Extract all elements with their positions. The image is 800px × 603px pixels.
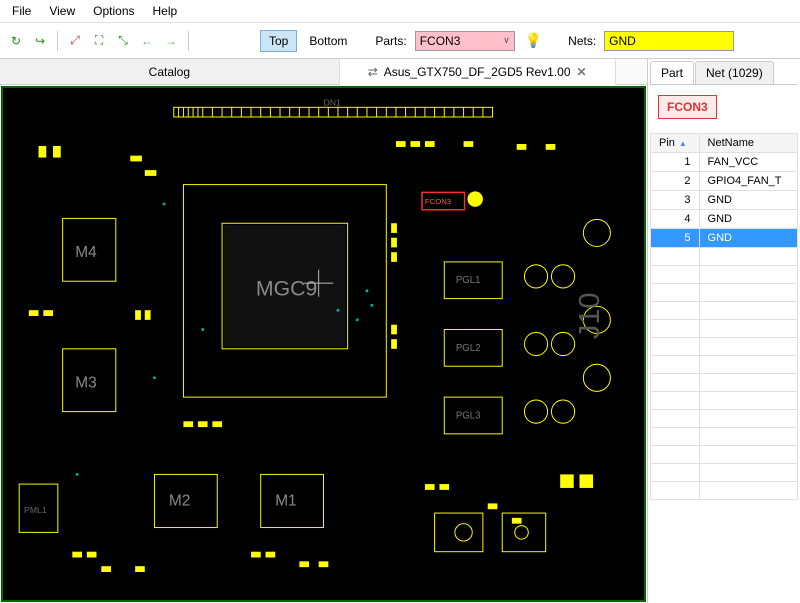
menu-view[interactable]: View — [49, 4, 75, 18]
menu-options[interactable]: Options — [93, 4, 134, 18]
svg-text:M3: M3 — [75, 374, 96, 391]
document-tabs: Catalog ⇄ Asus_GTX750_DF_2GD5 Rev1.00 ✕ — [0, 59, 647, 85]
parts-dropdown[interactable]: FCON3 ∨ — [415, 31, 515, 51]
chevron-down-icon: ∨ — [503, 35, 510, 46]
zoom-in-icon[interactable]: ⤡ — [113, 31, 133, 51]
col-pin[interactable]: Pin — [651, 134, 700, 153]
toolbar: ↻ ↪ ⤢ ⛶ ⤡ ← → Top Bottom Parts: FCON3 ∨ … — [0, 23, 800, 59]
svg-text:PGL2: PGL2 — [456, 343, 481, 354]
svg-text:MGC9: MGC9 — [256, 277, 317, 301]
main-area: Catalog ⇄ Asus_GTX750_DF_2GD5 Rev1.00 ✕ … — [0, 59, 800, 603]
side-panel: Part Net (1029) FCON3 Pin NetName 1FAN_V… — [648, 59, 800, 603]
tab-board[interactable]: ⇄ Asus_GTX750_DF_2GD5 Rev1.00 ✕ — [340, 59, 616, 85]
selected-part-badge: FCON3 — [658, 95, 717, 119]
svg-text:PGL3: PGL3 — [456, 410, 481, 421]
nets-field[interactable]: GND — [604, 31, 734, 51]
parts-value: FCON3 — [420, 34, 461, 48]
tab-board-label: Asus_GTX750_DF_2GD5 Rev1.00 — [384, 65, 571, 79]
bulb-icon[interactable]: 💡 — [525, 32, 542, 49]
table-row[interactable]: 4GND — [651, 210, 798, 229]
side-tab-part[interactable]: Part — [650, 61, 694, 84]
pcb-viewer[interactable]: DN1 MGC9 M4 M3 M2 M1 — [1, 86, 646, 602]
table-row[interactable]: 2GPIO4_FAN_T — [651, 172, 798, 191]
side-tab-net[interactable]: Net (1029) — [695, 61, 774, 84]
svg-text:M2: M2 — [169, 492, 190, 509]
arrow-right-icon[interactable]: → — [161, 31, 181, 51]
layer-bottom-button[interactable]: Bottom — [301, 31, 355, 51]
shuffle-icon: ⇄ — [368, 65, 378, 79]
menu-file[interactable]: File — [12, 4, 31, 18]
svg-text:PGL1: PGL1 — [456, 275, 481, 286]
side-tabs: Part Net (1029) — [650, 61, 798, 85]
svg-text:DN1: DN1 — [324, 97, 342, 107]
close-icon[interactable]: ✕ — [577, 65, 587, 79]
svg-text:M4: M4 — [75, 244, 97, 261]
left-panel: Catalog ⇄ Asus_GTX750_DF_2GD5 Rev1.00 ✕ … — [0, 59, 648, 603]
refresh-icon[interactable]: ↻ — [6, 31, 26, 51]
pin-table: Pin NetName 1FAN_VCC 2GPIO4_FAN_T 3GND 4… — [650, 133, 798, 500]
svg-text:FCON3: FCON3 — [425, 197, 451, 206]
tab-catalog-label: Catalog — [149, 65, 190, 79]
table-row[interactable]: 5GND — [651, 229, 798, 248]
table-row[interactable]: 3GND — [651, 191, 798, 210]
table-row[interactable]: 1FAN_VCC — [651, 153, 798, 172]
layer-top-button[interactable]: Top — [260, 30, 297, 52]
zoom-out-icon[interactable]: ⤢ — [65, 31, 85, 51]
col-netname[interactable]: NetName — [699, 134, 797, 153]
pin-table-body: 1FAN_VCC 2GPIO4_FAN_T 3GND 4GND 5GND — [651, 153, 798, 500]
svg-text:M1: M1 — [275, 492, 296, 509]
redo-icon[interactable]: ↪ — [30, 31, 50, 51]
nets-label: Nets: — [568, 34, 596, 48]
menubar: File View Options Help — [0, 0, 800, 23]
svg-text:PML1: PML1 — [24, 505, 47, 515]
tab-catalog[interactable]: Catalog — [0, 59, 340, 84]
parts-label: Parts: — [375, 34, 406, 48]
arrow-left-icon[interactable]: ← — [137, 31, 157, 51]
separator — [57, 31, 58, 51]
svg-text:J10: J10 — [574, 292, 606, 339]
menu-help[interactable]: Help — [153, 4, 178, 18]
separator — [188, 31, 189, 51]
zoom-fit-icon[interactable]: ⛶ — [89, 31, 109, 51]
